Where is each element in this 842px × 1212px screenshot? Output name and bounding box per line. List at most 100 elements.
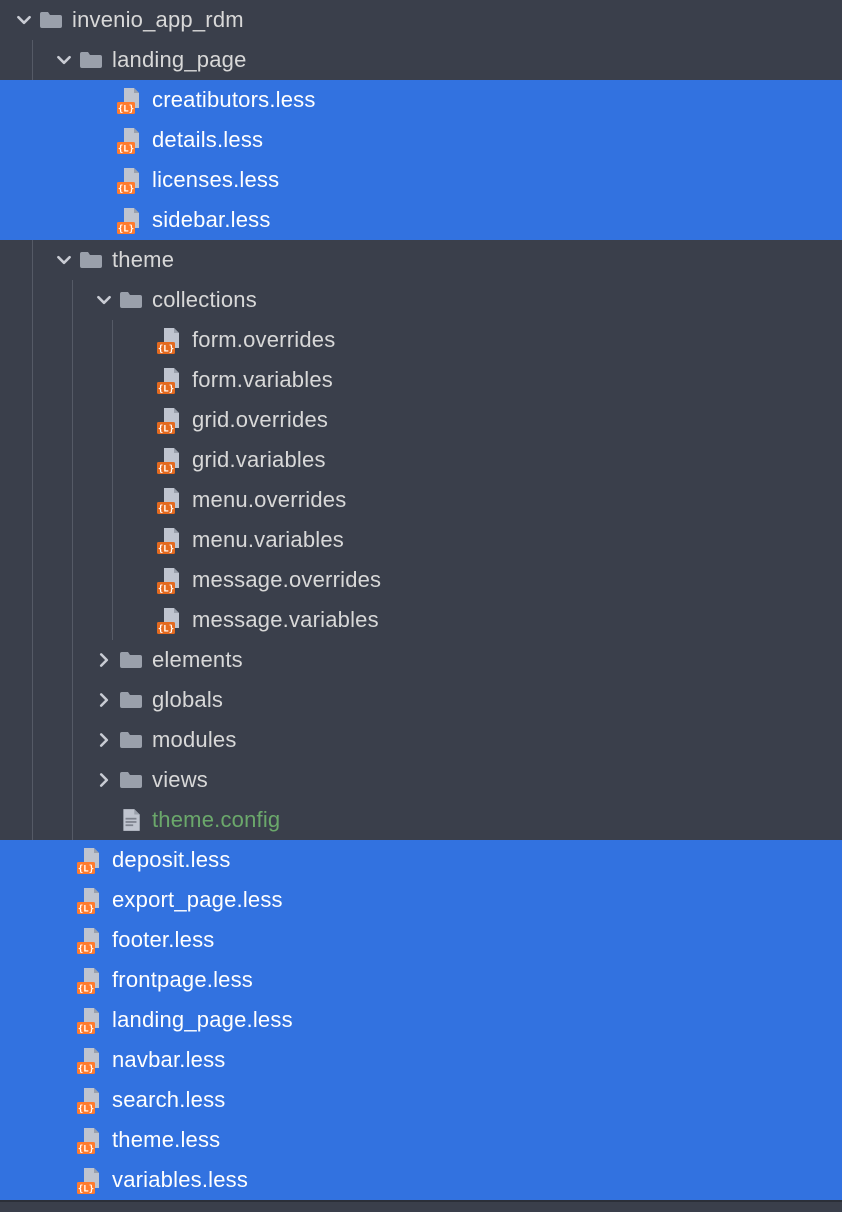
indent-guide [12,40,52,80]
folder-icon [118,647,144,673]
folder-icon [118,687,144,713]
chevron-right-icon[interactable] [92,728,116,752]
tree-file[interactable]: {L} navbar.less [0,1040,842,1080]
indent-guide [92,360,132,400]
arrow-spacer [132,528,156,552]
arrow-spacer [132,568,156,592]
tree-file[interactable]: {L}footer.less [0,920,842,960]
indent-guide [92,520,132,560]
file-less-icon: {L} [78,1127,104,1153]
indent-guide [52,360,92,400]
tree-item-label: theme [112,247,174,273]
svg-text:{L}: {L} [158,465,174,475]
indent-guide [12,800,52,840]
tree-file[interactable]: {L}export_page.less [0,880,842,920]
indent-guide [12,280,52,320]
folder-icon [118,287,144,313]
indent-guide [12,840,52,880]
folder-icon [38,7,64,33]
tree-folder[interactable]: landing_page [0,40,842,80]
arrow-spacer [132,608,156,632]
arrow-spacer [92,128,116,152]
tree-file[interactable]: {L} menu.variables [0,520,842,560]
indent-guide [12,120,52,160]
indent-guide [12,720,52,760]
chevron-down-icon[interactable] [12,8,36,32]
chevron-right-icon[interactable] [92,648,116,672]
tree-folder[interactable]: invenio_app_rdm [0,0,842,40]
svg-text:{L}: {L} [118,185,134,195]
indent-guide [12,480,52,520]
tree-file[interactable]: {L}menu.overrides [0,480,842,520]
arrow-spacer [132,408,156,432]
tree-file[interactable]: {L}landing_page.less [0,1000,842,1040]
tree-folder[interactable]: globals [0,680,842,720]
chevron-down-icon[interactable] [92,288,116,312]
indent-guide [12,160,52,200]
tree-file[interactable]: {L}creatibutors.less [0,80,842,120]
file-less-icon: {L} [158,407,184,433]
arrow-spacer [52,1168,76,1192]
tree-item-label: sidebar.less [152,207,271,233]
chevron-right-icon[interactable] [92,768,116,792]
chevron-down-icon[interactable] [52,48,76,72]
tree-item-label: navbar.less [112,1047,226,1073]
tree-file[interactable]: {L}sidebar.less [0,200,842,240]
indent-guide [92,440,132,480]
svg-text:{L}: {L} [158,385,174,395]
indent-guide [12,680,52,720]
tree-item-label: licenses.less [152,167,279,193]
tree-item-label: landing_page [112,47,247,73]
tree-file[interactable]: {L}theme.less [0,1120,842,1160]
file-less-icon: {L} [78,967,104,993]
tree-file[interactable]: {L}form.variables [0,360,842,400]
tree-file[interactable]: {L}form.overrides [0,320,842,360]
tree-folder[interactable]: modules [0,720,842,760]
tree-file[interactable]: {L} deposit.less [0,840,842,880]
tree-file[interactable]: {L}search.less [0,1080,842,1120]
tree-file[interactable]: {L}grid.variables [0,440,842,480]
svg-text:{L}: {L} [78,905,94,915]
tree-file[interactable]: {L}frontpage.less [0,960,842,1000]
indent-guide [92,560,132,600]
indent-guide [52,720,92,760]
indent-guide [12,400,52,440]
chevron-right-icon[interactable] [92,688,116,712]
tree-item-label: invenio_app_rdm [72,7,244,33]
tree-item-label: elements [152,647,243,673]
tree-item-label: deposit.less [112,847,231,873]
svg-text:{L}: {L} [78,1105,94,1115]
file-less-icon: {L} [158,607,184,633]
tree-folder[interactable]: collections [0,280,842,320]
svg-text:{L}: {L} [158,545,174,555]
arrow-spacer [92,808,116,832]
tree-file[interactable]: {L}message.variables [0,600,842,640]
file-tree: invenio_app_rdm landing_page {L}creatibuto… [0,0,842,1200]
tree-file[interactable]: {L}message.overrides [0,560,842,600]
file-less-icon: {L} [118,167,144,193]
file-less-icon: {L} [158,447,184,473]
indent-guide [52,600,92,640]
tree-item-label: menu.variables [192,527,344,553]
tree-item-label: theme.config [152,807,280,833]
tree-folder[interactable]: theme [0,240,842,280]
file-less-icon: {L} [78,1087,104,1113]
indent-guide [12,960,52,1000]
folder-icon [78,47,104,73]
tree-folder[interactable]: views [0,760,842,800]
tree-file[interactable]: theme.config [0,800,842,840]
file-less-icon: {L} [78,847,104,873]
tree-file[interactable]: {L} licenses.less [0,160,842,200]
svg-text:{L}: {L} [118,145,134,155]
svg-text:{L}: {L} [78,1145,94,1155]
indent-guide [52,480,92,520]
file-less-icon: {L} [158,567,184,593]
tree-file[interactable]: {L}grid.overrides [0,400,842,440]
tree-file[interactable]: {L}details.less [0,120,842,160]
svg-text:{L}: {L} [78,1065,94,1075]
tree-file[interactable]: {L}variables.less [0,1160,842,1200]
tree-folder[interactable]: elements [0,640,842,680]
arrow-spacer [92,168,116,192]
chevron-down-icon[interactable] [52,248,76,272]
indent-guide [92,480,132,520]
